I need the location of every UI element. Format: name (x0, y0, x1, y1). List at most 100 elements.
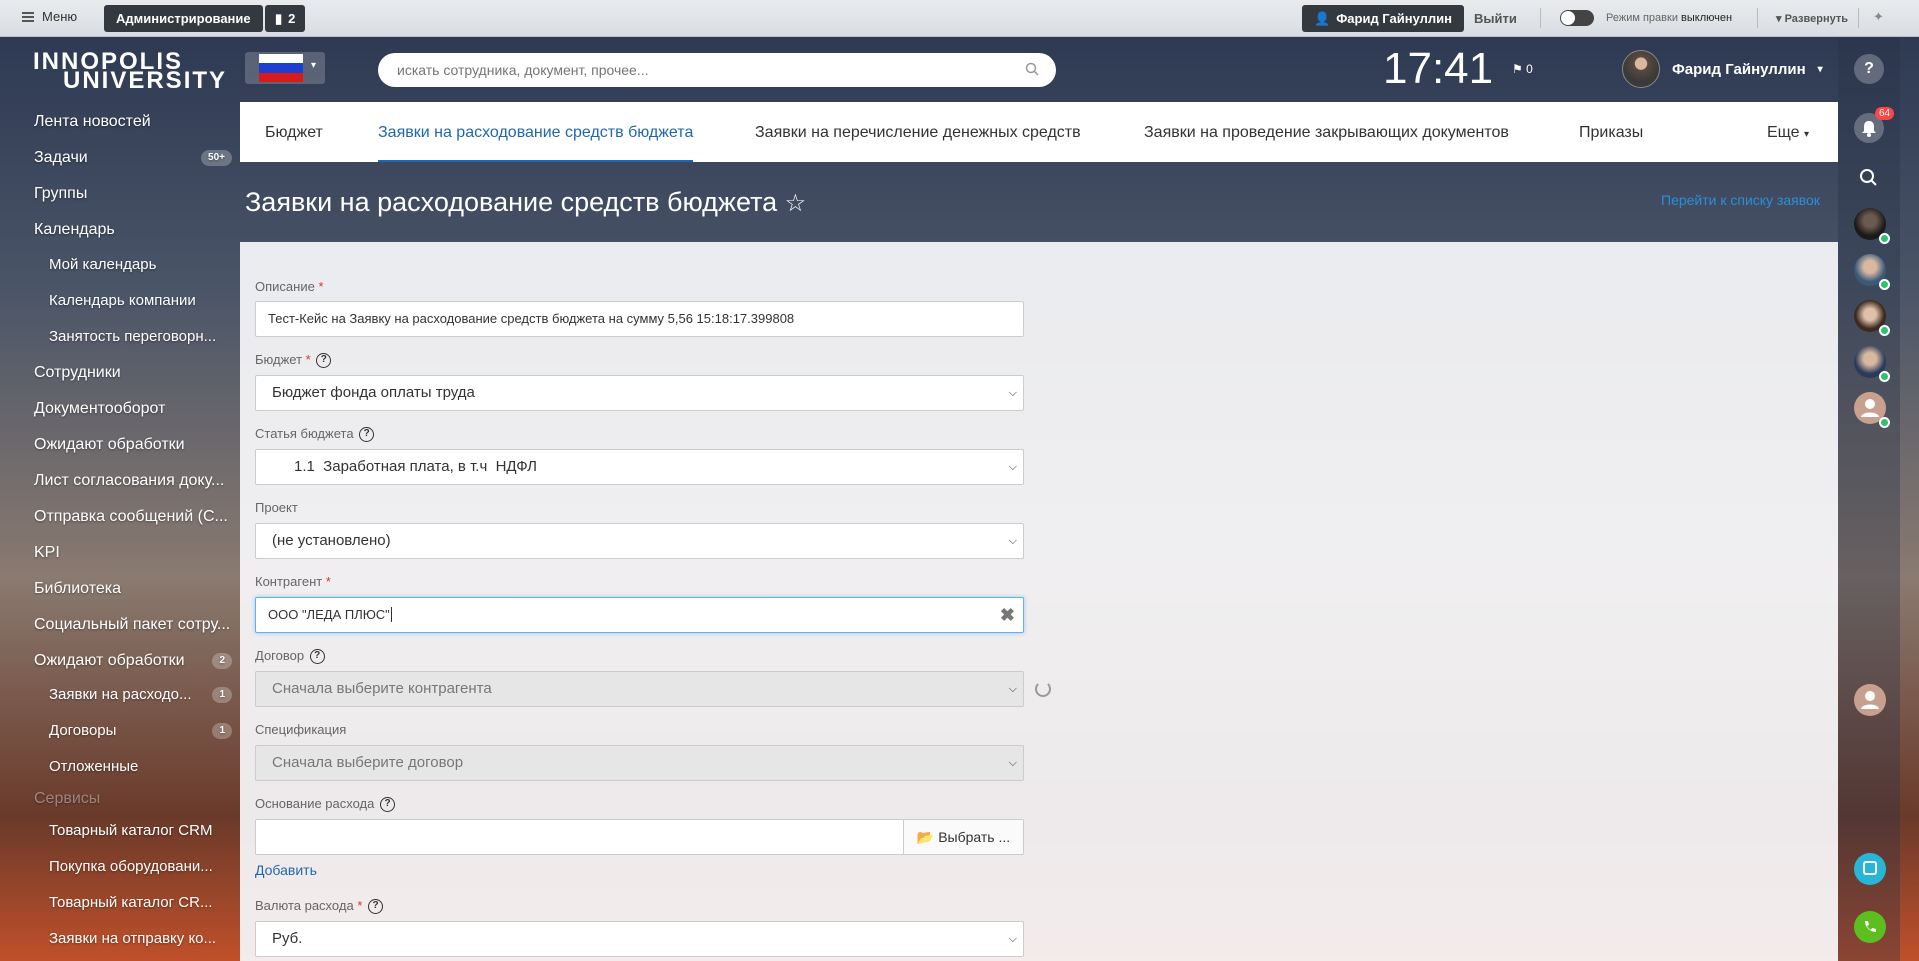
sidebar-item-library[interactable]: Библиотека (34, 573, 232, 605)
menu-button[interactable]: Меню (22, 9, 77, 24)
project-select[interactable]: (не установлено) ⌵ (255, 523, 1024, 559)
tab-budget[interactable]: Бюджет (265, 102, 323, 162)
search-input[interactable] (378, 53, 1056, 87)
sidebar-item-approval-sheet[interactable]: Лист согласования доку... (34, 465, 232, 497)
online-indicator (1879, 279, 1890, 290)
sidebar-item-crm-catalog-2[interactable]: Товарный каталог CR... (49, 887, 232, 919)
tab-expense-requests[interactable]: Заявки на расходование средств бюджета (378, 102, 694, 162)
sidebar-item-equipment-purchase[interactable]: Покупка оборудовани... (49, 851, 232, 883)
sidebar-item-kpi[interactable]: KPI (34, 537, 232, 569)
user-icon: 👤 (1314, 10, 1331, 26)
sidebar-item-my-calendar[interactable]: Мой календарь (49, 249, 232, 281)
sidebar-item-social-package[interactable]: Социальный пакет сотру... (34, 609, 232, 641)
required-mark: * (325, 574, 331, 589)
counterparty-label-text: Контрагент (255, 574, 323, 589)
sidebar-item-label: Ожидают обработки (34, 436, 185, 453)
help-icon[interactable]: ? (1854, 54, 1884, 84)
edit-mode-toggle[interactable] (1560, 10, 1594, 26)
counter-badge: 2 (212, 653, 232, 669)
innopolis-logo[interactable]: INNOPOLIS UNIVERSITY (33, 50, 227, 93)
sidebar-item-news[interactable]: Лента новостей (34, 106, 232, 138)
clear-icon[interactable]: ✖ (1000, 598, 1015, 632)
administration-button[interactable]: Администрирование (104, 5, 263, 32)
avatar[interactable] (1854, 300, 1890, 336)
budget-select[interactable]: Бюджет фонда оплаты труда ⌵ (255, 375, 1024, 411)
avatar[interactable] (1854, 392, 1890, 428)
sidebar-item-messages[interactable]: Отправка сообщений (С... (34, 501, 232, 533)
sidebar-item-calendar[interactable]: Календарь (34, 214, 232, 246)
bell-icon[interactable]: 64 (1854, 107, 1895, 143)
bell-count-badge: 64 (1875, 107, 1895, 120)
sidebar-item-employees[interactable]: Сотрудники (34, 357, 232, 389)
sidebar-item-expense-requests[interactable]: Заявки на расходо... 1 (49, 679, 232, 711)
basis-file-field[interactable]: 📂 Выбрать ... (255, 819, 1024, 855)
search-icon[interactable] (1025, 62, 1039, 76)
text-cursor (390, 607, 392, 622)
help-icon[interactable]: ? (368, 899, 383, 915)
online-indicator (1879, 417, 1890, 428)
sidebar-item-tasks[interactable]: Задачи 50+ (34, 142, 232, 174)
sidebar-item-awaiting[interactable]: Ожидают обработки (34, 429, 232, 461)
tab-orders[interactable]: Приказы (1579, 102, 1643, 162)
currency-label-text: Валюта расхода (255, 898, 354, 913)
sidebar-item-label: Отложенные (49, 758, 139, 775)
sidebar-item-meeting-rooms[interactable]: Занятость переговорн... (49, 321, 232, 353)
sidebar-item-groups[interactable]: Группы (34, 178, 232, 210)
language-selector[interactable]: ▾ (245, 52, 325, 84)
avatar[interactable] (1854, 208, 1890, 244)
divider (1757, 8, 1758, 28)
chevron-down-icon: ⌵ (1008, 461, 1017, 473)
loading-spinner-icon (1035, 681, 1051, 697)
sidebar-item-document-flow[interactable]: Документооборот (34, 393, 232, 425)
admin-user-button[interactable]: 👤 Фарид Гайнуллин (1302, 5, 1465, 32)
avatar[interactable] (1854, 254, 1890, 290)
sidebar-item-label: Задачи (34, 149, 88, 166)
logout-link[interactable]: Выйти (1474, 11, 1517, 26)
go-to-list-link[interactable]: Перейти к списку заявок (1661, 192, 1820, 208)
budget-item-value: 1.1 Заработная плата, в т.ч НДФЛ (294, 458, 538, 475)
sidebar-item-contracts[interactable]: Договоры 1 (49, 715, 232, 747)
contract-select[interactable]: Сначала выберите контрагента ⌵ (255, 671, 1024, 707)
sidebar-item-crm-catalog[interactable]: Товарный каталог CRM (49, 815, 232, 847)
chevron-down-icon: ⌵ (1008, 683, 1017, 695)
phone-icon[interactable] (1854, 911, 1886, 943)
sidebar-item-postponed[interactable]: Отложенные (49, 751, 232, 783)
tab-closing-documents[interactable]: Заявки на проведение закрывающих докумен… (1144, 102, 1509, 162)
help-icon[interactable]: ? (316, 353, 332, 369)
tab-more[interactable]: Еще ▾ (1767, 102, 1809, 162)
counterparty-input[interactable]: ООО "ЛЕДА ПЛЮС" ✖ (255, 597, 1024, 633)
avatar[interactable] (1854, 684, 1886, 716)
search-icon[interactable] (1854, 163, 1884, 193)
sidebar-item-label: Занятость переговорн... (49, 328, 217, 345)
avatar[interactable] (1854, 346, 1890, 382)
sidebar-item-label: Товарный каталог CR... (49, 894, 213, 911)
expand-button[interactable]: ▾ Развернуть (1776, 12, 1848, 25)
tab-transfer-requests[interactable]: Заявки на перечисление денежных средств (755, 102, 1081, 162)
budget-item-select[interactable]: 1.1 Заработная плата, в т.ч НДФЛ ⌵ (255, 449, 1024, 485)
description-field[interactable]: Тест-Кейс на Заявку на расходование сред… (255, 301, 1024, 337)
user-menu[interactable]: Фарид Гайнуллин ▾ (1622, 50, 1823, 88)
help-icon[interactable]: ? (380, 797, 395, 813)
notifications-button[interactable]: ▮ 2 (265, 5, 306, 32)
project-value: (не установлено) (272, 532, 391, 549)
help-icon[interactable]: ? (309, 649, 325, 665)
chat-icon[interactable] (1854, 853, 1886, 885)
chevron-down-icon: ⌵ (1008, 933, 1017, 945)
star-icon[interactable]: ☆ (785, 190, 807, 217)
sidebar-section-services: Сервисы (34, 783, 232, 815)
specification-value: Сначала выберите договор (272, 754, 464, 771)
add-link[interactable]: Добавить (255, 862, 317, 878)
counter-badge: 50+ (201, 150, 232, 166)
help-icon[interactable]: ? (359, 427, 375, 443)
specification-select[interactable]: Сначала выберите договор ⌵ (255, 745, 1024, 781)
flag-counter[interactable]: ⚑ 0 (1512, 62, 1533, 76)
description-label-text: Описание (255, 279, 315, 294)
choose-file-button[interactable]: 📂 Выбрать ... (903, 820, 1023, 854)
flag-count: 0 (1526, 62, 1533, 76)
sidebar-item-company-calendar[interactable]: Календарь компании (49, 285, 232, 317)
sidebar-item-awaiting-2[interactable]: Ожидают обработки 2 (34, 645, 232, 677)
pin-icon[interactable]: ✦ (1873, 9, 1884, 25)
folder-icon: 📂 (916, 829, 935, 845)
currency-select[interactable]: Руб. ⌵ (255, 921, 1024, 957)
sidebar-item-dispatch-requests[interactable]: Заявки на отправку ко... (49, 923, 232, 955)
